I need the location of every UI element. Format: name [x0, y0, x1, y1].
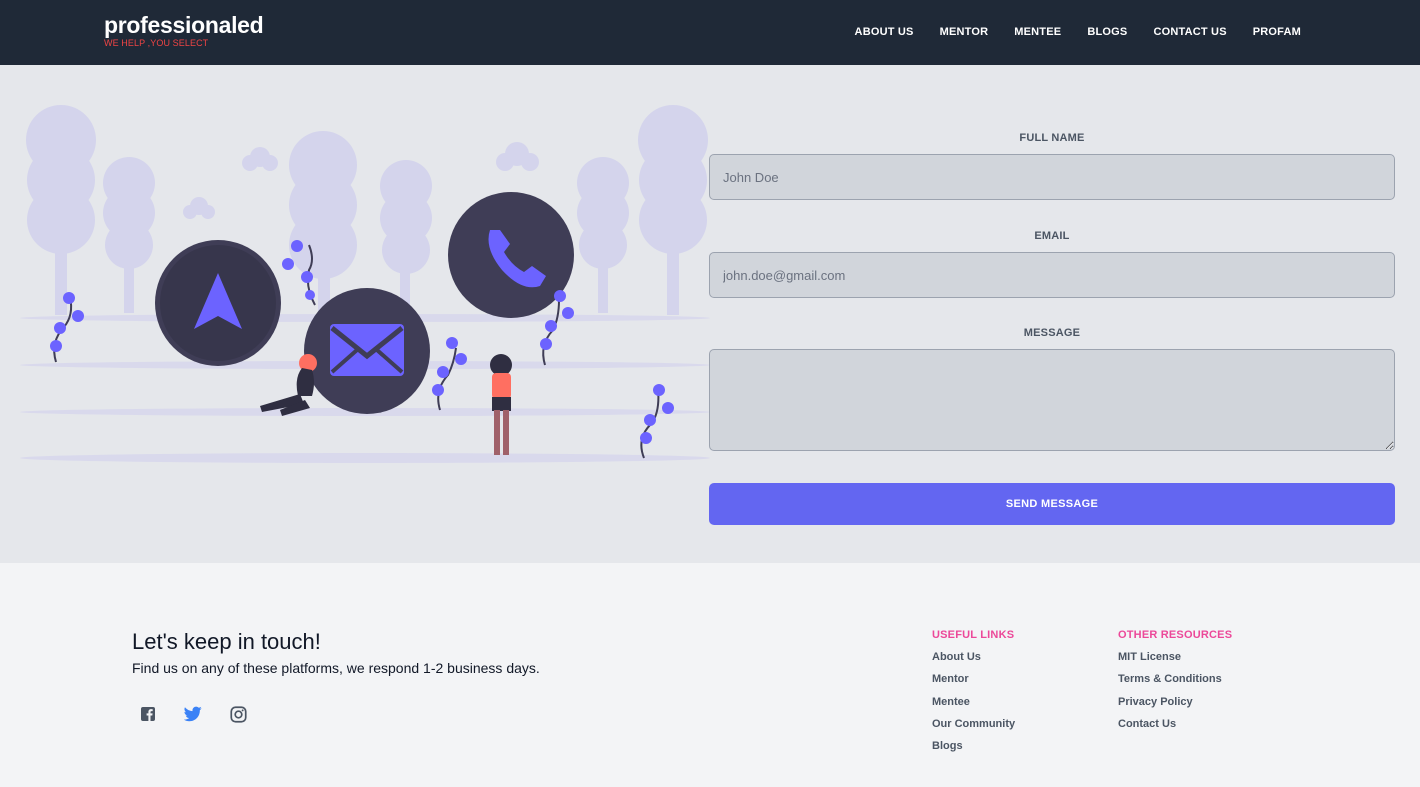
message-textarea[interactable] — [709, 349, 1395, 451]
contact-illustration — [20, 105, 710, 463]
footer-link-our-community[interactable]: Our Community — [932, 718, 1015, 731]
facebook-icon[interactable] — [132, 698, 164, 730]
main-nav: ABOUT US MENTOR MENTEE BLOGS CONTACT US … — [855, 24, 1301, 40]
footer-link-terms[interactable]: Terms & Conditions — [1118, 673, 1232, 686]
other-resources-column: OTHER RESOURCES MIT License Terms & Cond… — [1118, 628, 1232, 740]
brand-logo[interactable]: professionaled WE HELP ,YOU SELECT — [104, 12, 264, 48]
full-name-input[interactable] — [709, 154, 1395, 200]
site-footer: Let's keep in touch! Find us on any of t… — [0, 563, 1420, 787]
email-group: EMAIL — [709, 228, 1395, 298]
message-label: MESSAGE — [1023, 327, 1081, 339]
useful-links-column: USEFUL LINKS About Us Mentor Mentee Our … — [932, 628, 1015, 762]
site-header: professionaled WE HELP ,YOU SELECT ABOUT… — [0, 0, 1420, 65]
nav-blogs[interactable]: BLOGS — [1087, 24, 1127, 40]
footer-link-contact-us[interactable]: Contact Us — [1118, 718, 1232, 731]
contact-section: FULL NAME EMAIL MESSAGE SEND MESSAGE — [0, 65, 1420, 563]
twitter-icon[interactable] — [177, 698, 209, 730]
other-resources-title: OTHER RESOURCES — [1118, 629, 1233, 641]
nav-contact-us[interactable]: CONTACT US — [1153, 24, 1226, 40]
useful-links-title: USEFUL LINKS — [932, 629, 1015, 641]
send-message-button[interactable]: SEND MESSAGE — [709, 483, 1395, 525]
brand-tagline: WE HELP ,YOU SELECT — [104, 38, 209, 48]
footer-title: Let's keep in touch! — [132, 629, 321, 654]
footer-link-blogs[interactable]: Blogs — [932, 740, 1015, 753]
brand-name: professionaled — [104, 12, 264, 38]
footer-subtitle: Find us on any of these platforms, we re… — [132, 660, 540, 676]
footer-link-mentee[interactable]: Mentee — [932, 696, 1015, 709]
full-name-label: FULL NAME — [1019, 132, 1085, 144]
footer-link-privacy-policy[interactable]: Privacy Policy — [1118, 696, 1232, 709]
email-label: EMAIL — [1034, 230, 1070, 242]
full-name-group: FULL NAME — [709, 130, 1395, 200]
nav-about-us[interactable]: ABOUT US — [855, 24, 914, 40]
footer-link-mit-license[interactable]: MIT License — [1118, 651, 1232, 664]
footer-link-about-us[interactable]: About Us — [932, 651, 1015, 664]
message-group: MESSAGE — [709, 325, 1395, 451]
social-links — [132, 698, 254, 730]
nav-profam[interactable]: PROFAM — [1253, 24, 1301, 40]
nav-mentor[interactable]: MENTOR — [940, 24, 989, 40]
nav-mentee[interactable]: MENTEE — [1014, 24, 1061, 40]
email-input[interactable] — [709, 252, 1395, 298]
footer-link-mentor[interactable]: Mentor — [932, 673, 1015, 686]
instagram-icon[interactable] — [222, 698, 254, 730]
